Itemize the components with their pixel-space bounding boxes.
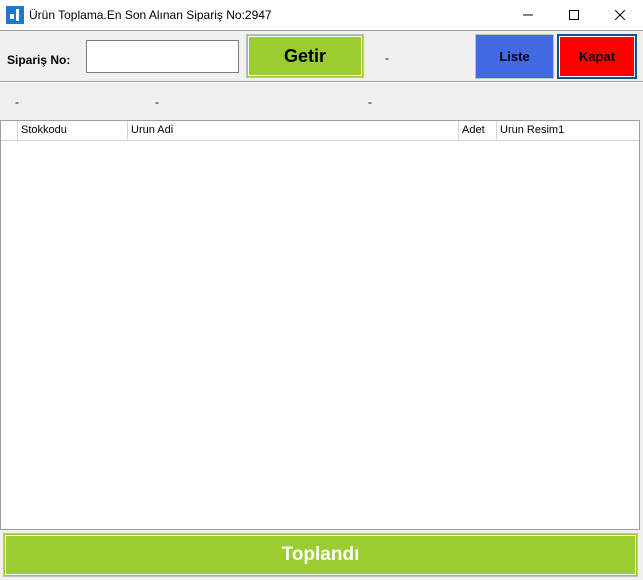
minimize-button[interactable]: [505, 0, 551, 30]
window-title: Ürün Toplama.En Son Alınan Sipariş No:29…: [29, 8, 272, 22]
title-bar: Ürün Toplama.En Son Alınan Sipariş No:29…: [0, 0, 643, 30]
maximize-icon: [569, 10, 579, 20]
collected-button[interactable]: Toplandı: [3, 533, 638, 577]
info-field-3: -: [368, 95, 372, 109]
column-header-stock-code[interactable]: Stokkodu: [17, 121, 127, 141]
list-button[interactable]: Liste: [475, 34, 554, 79]
column-header-quantity[interactable]: Adet: [458, 121, 496, 141]
close-icon: [615, 10, 625, 20]
maximize-button[interactable]: [551, 0, 597, 30]
footer: Toplandı: [0, 530, 643, 580]
app-logo-icon: [6, 6, 24, 24]
order-status-text: -: [385, 51, 389, 65]
close-app-button[interactable]: Kapat: [557, 34, 637, 79]
close-button[interactable]: [597, 0, 643, 30]
grid-header: Stokkodu Urun Adi Adet Urun Resim1: [1, 121, 639, 141]
info-field-1: -: [15, 95, 19, 109]
fetch-button[interactable]: Getir: [246, 34, 364, 78]
row-header-cell[interactable]: [1, 121, 17, 141]
info-field-2: -: [155, 95, 159, 109]
product-grid[interactable]: Stokkodu Urun Adi Adet Urun Resim1: [0, 120, 640, 530]
minimize-icon: [523, 14, 533, 16]
order-number-input[interactable]: [86, 40, 239, 73]
info-row: - - -: [0, 83, 643, 120]
column-header-product-image[interactable]: Urun Resim1: [496, 121, 639, 141]
column-header-product-name[interactable]: Urun Adi: [127, 121, 458, 141]
order-number-label: Sipariş No:: [7, 53, 71, 67]
toolbar: Sipariş No: Getir - Liste Kapat: [0, 30, 643, 82]
